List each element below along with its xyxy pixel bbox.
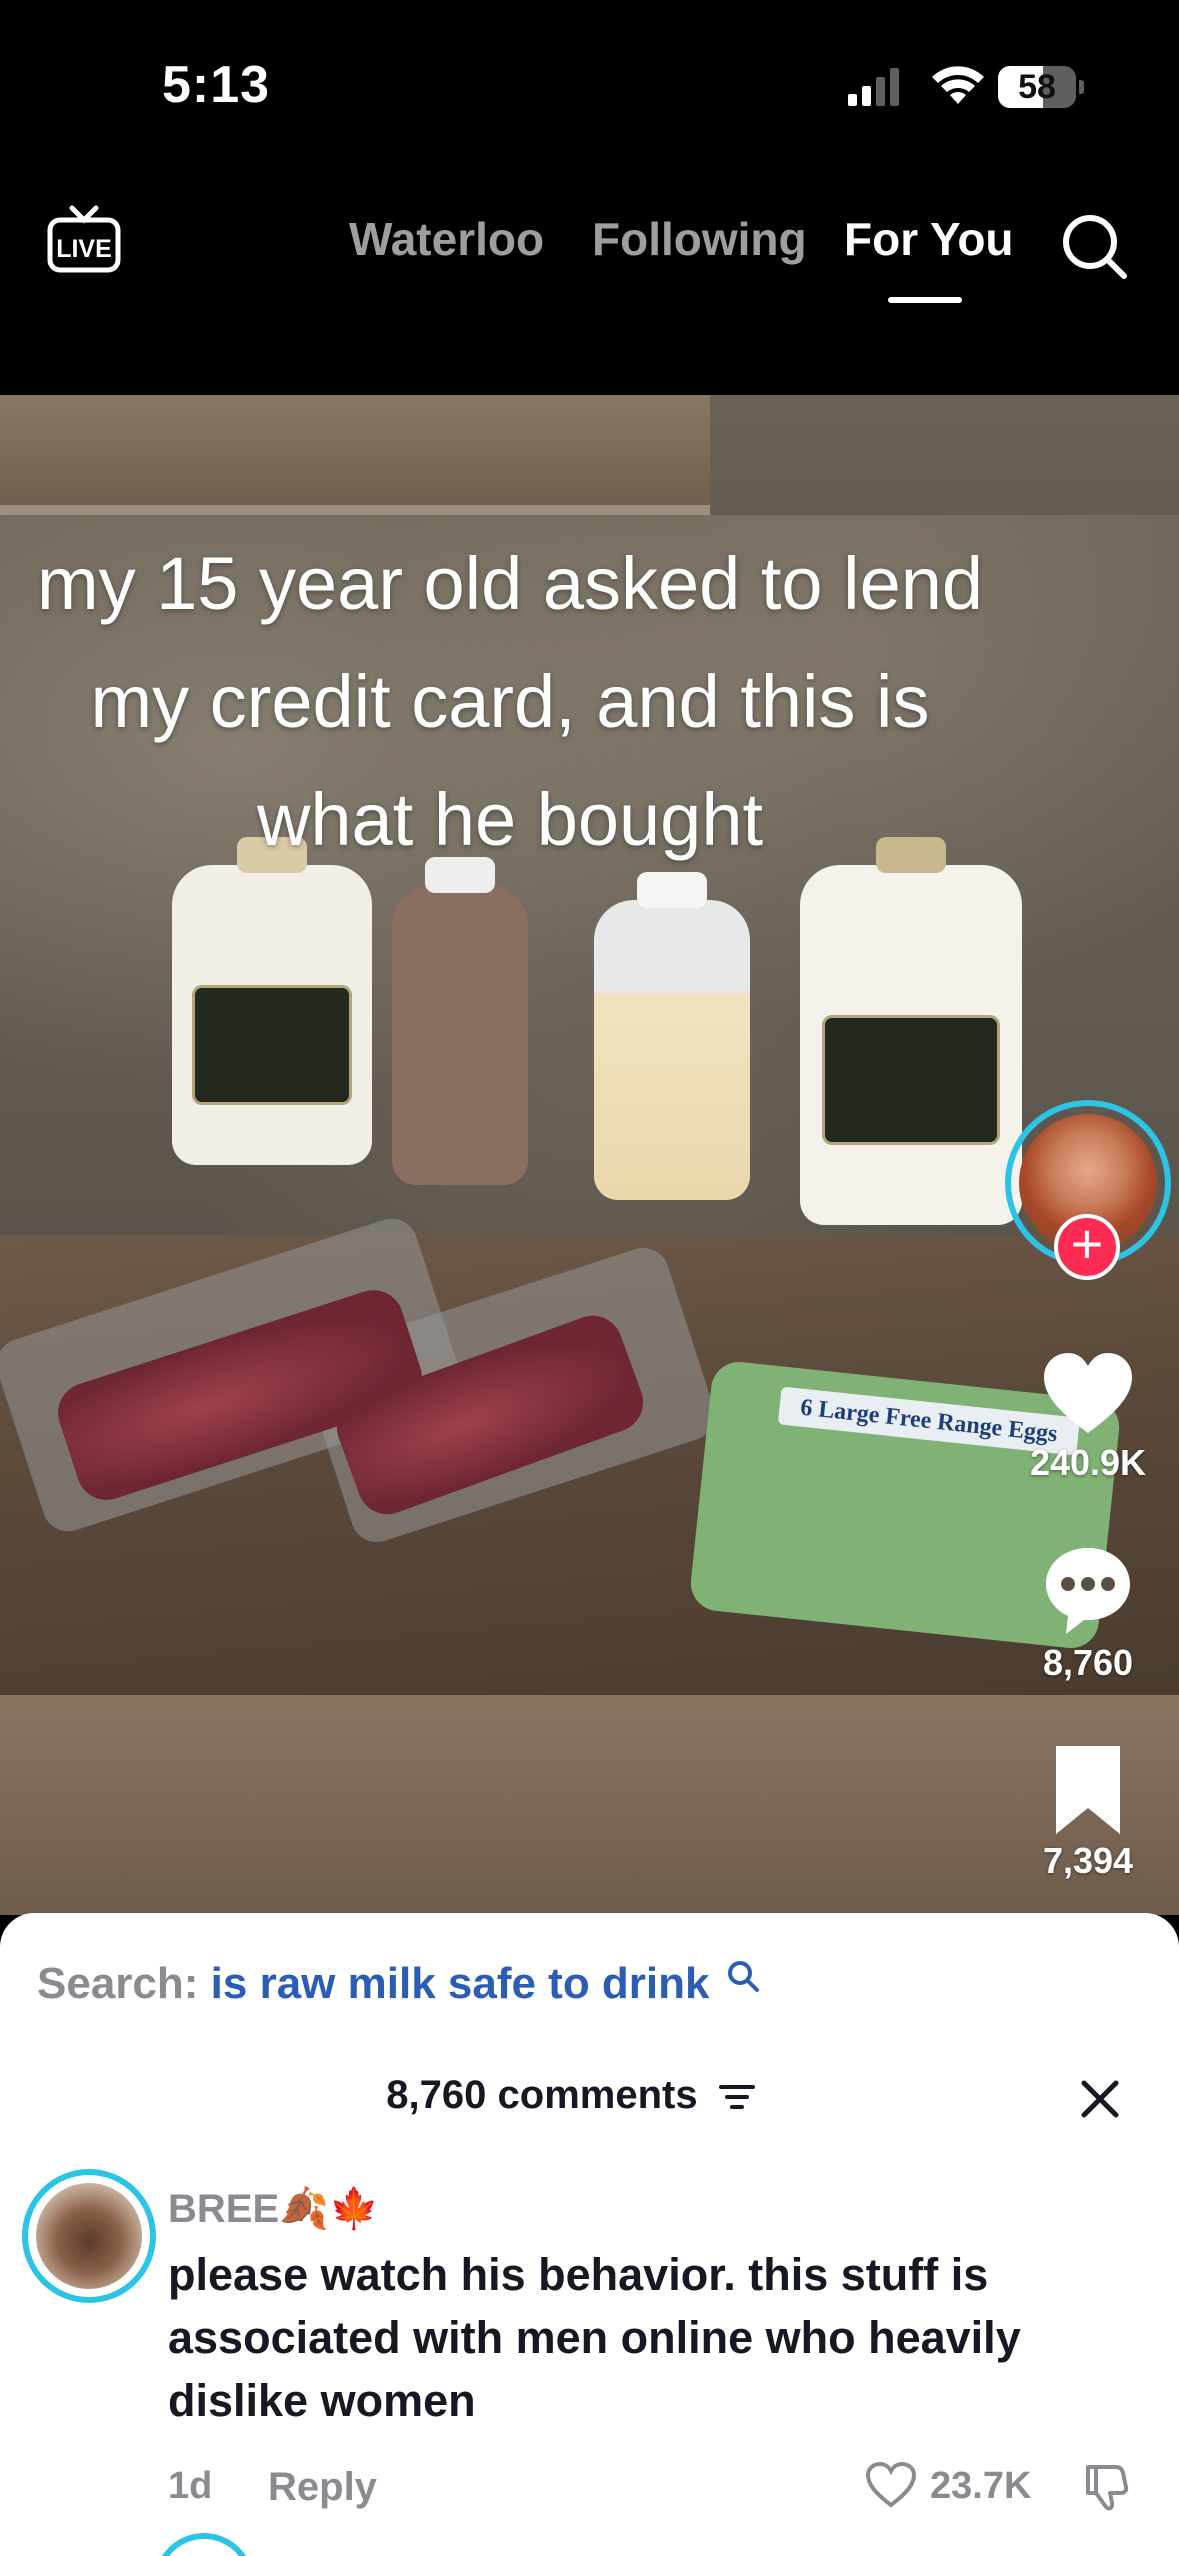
jug-label [822,1015,1000,1145]
follow-button[interactable]: + [1054,1214,1120,1280]
tab-for-you[interactable]: For You [844,212,1014,266]
save-count: 7,394 [1042,1840,1134,1881]
raw-milk-jug-left [172,837,372,1165]
comments-header: 8,760 comments [0,2073,1179,2118]
svg-text:LIVE: LIVE [56,235,112,263]
raw-milk-jug-right [800,837,1022,1225]
dislike-icon[interactable] [1080,2459,1134,2513]
search-term: is raw milk safe to drink [210,1959,710,2008]
search-icon[interactable] [1058,210,1130,282]
battery-level: 58 [1018,68,1056,106]
close-icon[interactable] [1078,2077,1122,2121]
tab-following[interactable]: Following [592,212,807,266]
search-suggestion[interactable]: Search: is raw milk safe to drink [37,1959,760,2009]
status-bar: 5:13 58 [0,0,1179,170]
status-time: 5:13 [162,56,271,114]
tab-fade-overlay [130,205,180,275]
filter-icon[interactable] [717,2080,757,2114]
jug-label [192,985,352,1105]
bookmark-icon[interactable] [1038,1740,1138,1840]
comment-text: please watch his behavior. this stuff is… [168,2249,1021,2426]
battery-indicator: 58 [998,66,1076,108]
comment-like-icon[interactable] [865,2461,917,2509]
top-navigation [0,170,1179,395]
comment-count-label: 8,760 comments [386,2073,698,2117]
comment-like-count: 23.7K [930,2465,1032,2507]
comment-time: 1d [168,2465,213,2507]
comments-sheet: Search: is raw milk safe to drink 8,760 … [0,1913,1179,2556]
video-player[interactable]: 6 Large Free Range Eggs my 15 year old a… [0,395,1179,1915]
tab-waterloo[interactable]: Waterloo [349,212,544,266]
heart-icon[interactable] [1038,1345,1138,1445]
search-prefix: Search: [37,1959,199,2008]
chocolate-milk-bottle [392,857,528,1185]
search-icon [727,1961,759,1992]
video-caption: my 15 year old asked to lend my credit c… [36,542,984,861]
reply-button[interactable]: Reply [268,2465,377,2510]
cellular-signal-icon [848,68,899,106]
active-tab-indicator [888,297,962,303]
commenter-avatar-image [36,2183,142,2289]
like-count: 240.9K [1029,1442,1147,1483]
live-tv-icon[interactable]: LIVE [46,202,122,282]
cream-bottle [594,872,750,1200]
comment-username[interactable]: BREE🍂🍁 [168,2185,379,2232]
next-commenter-avatar[interactable] [154,2533,254,2556]
comment-icon[interactable] [1038,1540,1138,1640]
wifi-icon [932,66,984,104]
battery-nub [1079,80,1084,94]
commenter-avatar[interactable] [22,2169,156,2303]
wall-cabinet [0,395,710,515]
cabinet-front [0,1695,1179,1915]
comment-count: 8,760 [1042,1642,1134,1683]
